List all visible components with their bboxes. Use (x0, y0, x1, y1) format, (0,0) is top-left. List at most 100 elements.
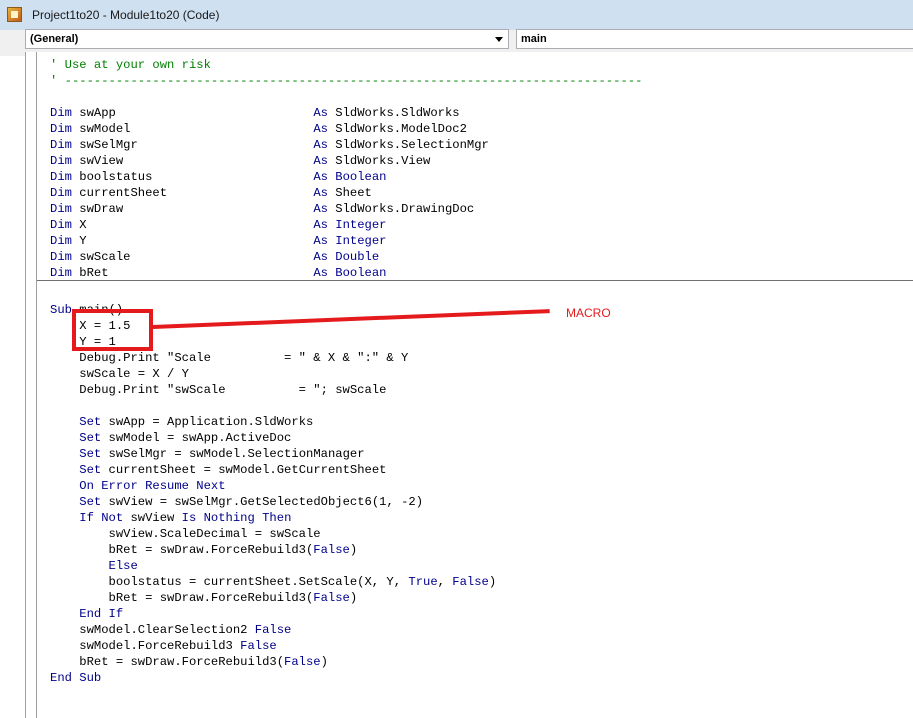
code-token: On Error Resume Next (79, 479, 226, 493)
code-token: Dim (50, 170, 72, 184)
code-token: Sub (50, 303, 72, 317)
code-token: Dim (50, 106, 72, 120)
code-token: As (313, 186, 328, 200)
code-token: swView.ScaleDecimal = swScale (50, 527, 321, 541)
code-token: swView (123, 511, 182, 525)
code-line[interactable]: bRet = swDraw.ForceRebuild3(False) (50, 654, 328, 670)
code-token: swApp (71, 106, 314, 120)
code-line[interactable]: swView.ScaleDecimal = swScale (50, 526, 321, 542)
margin-indicator-bar[interactable] (26, 52, 37, 718)
code-token: As (313, 170, 328, 184)
code-token: Dim (50, 234, 72, 248)
chevron-down-icon[interactable] (495, 37, 503, 42)
code-line[interactable]: Debug.Print "Scale = " & X & ":" & Y (50, 350, 408, 366)
code-token: True (408, 575, 438, 589)
code-line[interactable]: Dim swSelMgr As SldWorks.SelectionMgr (50, 137, 489, 153)
code-editor[interactable]: ' Use at your own risk ' ----------------… (25, 52, 913, 718)
code-token: currentSheet = swModel.GetCurrentSheet (101, 463, 387, 477)
code-token: Integer (327, 234, 387, 248)
code-token: ' --------------------------------------… (50, 74, 643, 88)
code-token: SldWorks.View (327, 154, 431, 168)
code-token: boolstatus = currentSheet.SetScale(X, Y, (50, 575, 409, 589)
code-line[interactable]: Dim swScale As Double (50, 249, 379, 265)
code-token: False (240, 639, 277, 653)
code-token: Dim (50, 202, 72, 216)
code-line[interactable]: Dim swModel As SldWorks.ModelDoc2 (50, 121, 467, 137)
code-token: ) (349, 591, 358, 605)
code-line[interactable]: Set swModel = swApp.ActiveDoc (50, 430, 291, 446)
code-line[interactable]: Else (50, 558, 138, 574)
code-token: swDraw (71, 202, 314, 216)
code-line[interactable]: ' --------------------------------------… (50, 73, 642, 89)
code-line[interactable]: Dim X As Integer (50, 217, 386, 233)
code-line[interactable]: bRet = swDraw.ForceRebuild3(False) (50, 590, 358, 606)
code-line[interactable]: bRet = swDraw.ForceRebuild3(False) (50, 542, 358, 558)
code-line[interactable]: Dim swView As SldWorks.View (50, 153, 430, 169)
code-token: Set (79, 495, 102, 509)
code-token: , (437, 575, 453, 589)
code-token: SldWorks.ModelDoc2 (327, 122, 467, 136)
code-token: ' Use at your own risk (50, 58, 211, 72)
code-line[interactable]: Dim boolstatus As Boolean (50, 169, 386, 185)
code-token: Else (108, 559, 138, 573)
code-line[interactable]: End Sub (50, 670, 101, 686)
vba-module-icon (7, 7, 22, 22)
code-line[interactable]: Debug.Print "swScale = "; swScale (50, 382, 386, 398)
code-token: swScale (71, 250, 314, 264)
code-token: Dim (50, 154, 72, 168)
code-token: SldWorks.SelectionMgr (327, 138, 489, 152)
code-token: swView = swSelMgr.GetSelectedObject6(1, … (101, 495, 424, 509)
code-token: swModel (71, 122, 314, 136)
code-line[interactable]: Dim swApp As SldWorks.SldWorks (50, 105, 460, 121)
code-token: Debug.Print "swScale = "; swScale (50, 383, 387, 397)
procedure-combo[interactable]: main (516, 29, 913, 49)
code-token: As (313, 234, 328, 248)
code-token: bRet = swDraw.ForceRebuild3( (50, 655, 285, 669)
code-line[interactable]: boolstatus = currentSheet.SetScale(X, Y,… (50, 574, 497, 590)
code-token: SldWorks.SldWorks (327, 106, 460, 120)
code-token: Y (71, 234, 314, 248)
code-line[interactable]: On Error Resume Next (50, 478, 226, 494)
code-token: Boolean (327, 266, 387, 280)
code-token: bRet = swDraw.ForceRebuild3( (50, 591, 314, 605)
code-token: bRet = swDraw.ForceRebuild3( (50, 543, 314, 557)
code-token: If Not (79, 511, 124, 525)
code-token: swModel = swApp.ActiveDoc (101, 431, 292, 445)
code-token: boolstatus (71, 170, 314, 184)
code-line[interactable]: Set swView = swSelMgr.GetSelectedObject6… (50, 494, 423, 510)
code-line[interactable]: Set swApp = Application.SldWorks (50, 414, 313, 430)
code-token: Set (79, 463, 102, 477)
code-token: Dim (50, 218, 72, 232)
object-combo[interactable]: (General) (25, 29, 509, 49)
code-line[interactable]: Dim swDraw As SldWorks.DrawingDoc (50, 201, 474, 217)
code-token: Double (327, 250, 380, 264)
code-line[interactable]: Set swSelMgr = swModel.SelectionManager (50, 446, 364, 462)
code-line[interactable]: swModel.ClearSelection2 False (50, 622, 291, 638)
code-line[interactable]: Dim currentSheet As Sheet (50, 185, 372, 201)
code-line[interactable]: Dim Y As Integer (50, 233, 386, 249)
code-line[interactable]: End If (50, 606, 123, 622)
code-line[interactable]: If Not swView Is Nothing Then (50, 510, 291, 526)
code-token: Set (79, 415, 102, 429)
code-token: As (313, 106, 328, 120)
code-token: As (313, 138, 328, 152)
code-token: As (313, 202, 328, 216)
code-token: As (313, 154, 328, 168)
code-line[interactable]: swModel.ForceRebuild3 False (50, 638, 277, 654)
code-token: Dim (50, 250, 72, 264)
code-line[interactable]: ' Use at your own risk (50, 57, 211, 73)
code-token: False (313, 543, 350, 557)
code-token: False (452, 575, 489, 589)
code-line[interactable]: Set currentSheet = swModel.GetCurrentShe… (50, 462, 386, 478)
code-token: SldWorks.DrawingDoc (327, 202, 475, 216)
code-line[interactable]: swScale = X / Y (50, 366, 189, 382)
annotation-label: MACRO (566, 306, 611, 320)
code-line[interactable]: Dim bRet As Boolean (50, 265, 386, 281)
code-token: swModel.ClearSelection2 (50, 623, 255, 637)
